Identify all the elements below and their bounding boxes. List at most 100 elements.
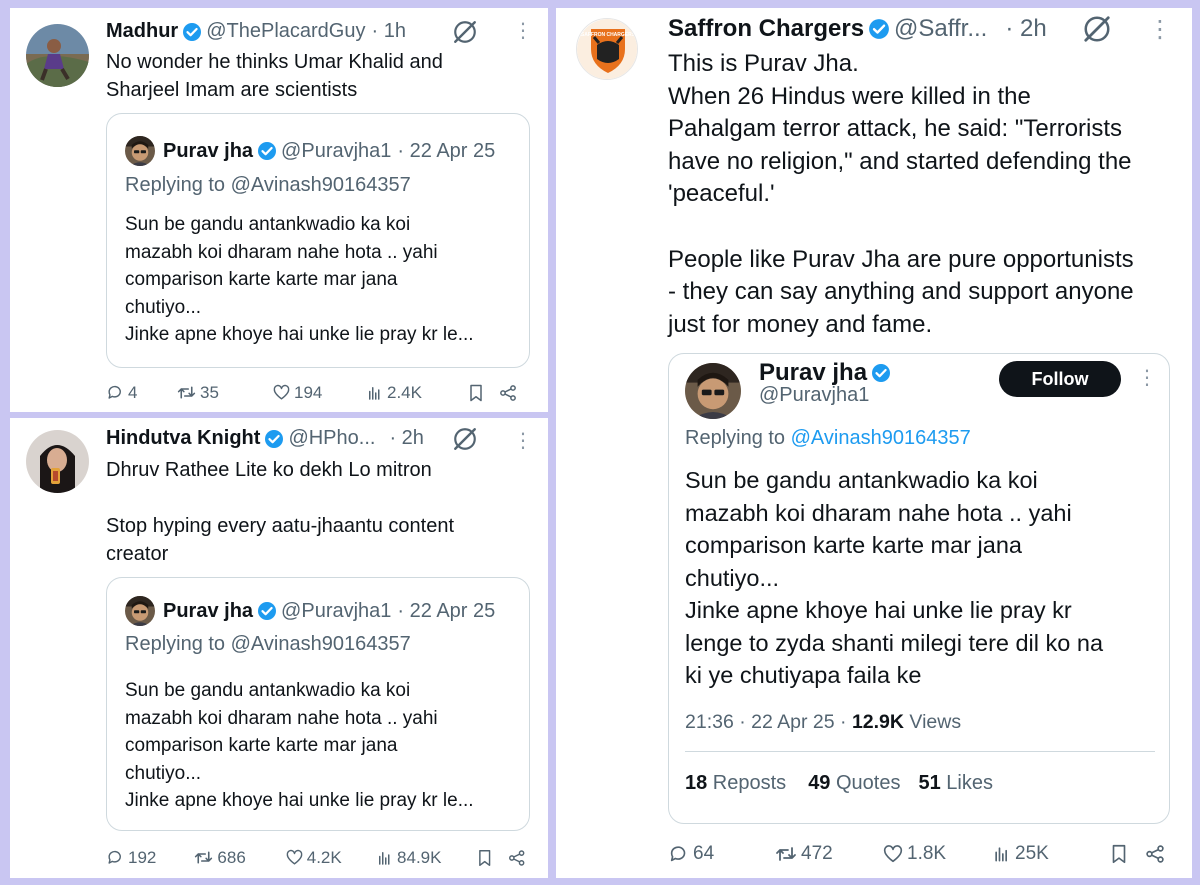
embed-timestamp[interactable]: 21:36 · 22 Apr 25 · 12.9K Views <box>685 711 961 734</box>
repost-count: 686 <box>217 847 246 867</box>
views-button[interactable]: 84.9K <box>376 848 475 868</box>
more-options-icon[interactable]: ⋮ <box>513 431 533 451</box>
quoted-author-name: Purav jha <box>163 599 254 622</box>
grok-icon[interactable] <box>1082 14 1112 44</box>
verified-badge-icon <box>264 428 285 449</box>
reply-count: 4 <box>128 382 138 402</box>
timestamp-text: 21:36 · 22 Apr 25 · <box>685 711 852 733</box>
like-count: 4.2K <box>306 847 342 867</box>
grok-icon[interactable] <box>452 426 478 452</box>
view-count: 84.9K <box>397 847 442 867</box>
tweet-text: No wonder he thinks Umar Khalid and Shar… <box>106 51 443 101</box>
tweet-text: Dhruv Rathee Lite ko dekh Lo mitron Stop… <box>106 459 455 565</box>
repost-button[interactable]: 35 <box>176 382 272 403</box>
verified-badge-icon <box>871 363 892 383</box>
embed-author-name[interactable]: Purav jha <box>759 359 867 387</box>
reply-icon <box>108 850 121 864</box>
avatar-saffron-chargers[interactable]: SAFFRON CHARGERS <box>576 18 638 80</box>
embed-views-label: Views <box>904 711 962 733</box>
share-icon[interactable] <box>507 848 526 868</box>
bookmark-icon[interactable] <box>475 848 494 868</box>
like-button[interactable]: 1.8K <box>882 843 992 865</box>
embed-reposts-label: Reposts <box>707 772 787 794</box>
tweet-time[interactable]: · 2h <box>389 427 423 450</box>
embed-repost-count: 18 <box>685 772 708 794</box>
tweet-text: This is Purav Jha. When 26 Hindus were k… <box>668 50 1134 338</box>
quoted-author-handle: @Puravjha1 <box>281 139 392 162</box>
bookmark-icon[interactable] <box>466 383 486 403</box>
views-button[interactable]: 25K <box>992 843 1108 865</box>
replying-handle-link[interactable]: @Avinash90164357 <box>791 427 971 449</box>
more-options-icon[interactable]: ⋮ <box>513 21 533 41</box>
reply-count: 192 <box>128 847 157 867</box>
author-handle[interactable]: @HPho... <box>288 427 375 450</box>
avatar-purav-jha <box>125 596 155 626</box>
author-name[interactable]: Saffron Chargers <box>668 15 864 43</box>
avatar-purav-jha <box>685 363 741 419</box>
quoted-text: Sun be gandu antankwadio ka koi mazabh k… <box>125 680 474 811</box>
more-options-icon[interactable]: ⋮ <box>1148 18 1172 42</box>
view-count: 25K <box>1015 843 1049 864</box>
repost-button[interactable]: 686 <box>193 847 284 868</box>
reply-button[interactable]: 192 <box>106 848 193 868</box>
divider <box>685 751 1155 752</box>
embed-author-handle[interactable]: @Puravjha1 <box>759 384 869 407</box>
reply-button[interactable]: 4 <box>106 383 176 403</box>
follow-button[interactable]: Follow <box>999 361 1121 397</box>
like-icon <box>286 849 303 865</box>
grok-icon[interactable] <box>452 19 478 45</box>
embed-quotes-stat[interactable]: 49 Quotes <box>808 772 900 795</box>
tweet-card-saffron-chargers[interactable]: SAFFRON CHARGERS Saffron Chargers @Saffr… <box>556 8 1192 878</box>
tweet-card-madhur[interactable]: Madhur @ThePlacardGuy · 1h ⋮ No wonder h… <box>10 8 548 412</box>
like-button[interactable]: 194 <box>272 383 366 403</box>
views-button[interactable]: 2.4K <box>366 383 466 403</box>
replying-to: Replying to @Avinash90164357 <box>125 174 411 196</box>
avatar-hindutva-knight[interactable] <box>26 430 89 493</box>
quoted-author-handle: @Puravjha1 <box>281 599 392 622</box>
like-icon <box>273 384 290 400</box>
avatar-purav-jha <box>125 136 155 166</box>
reply-count: 64 <box>693 843 715 864</box>
quoted-tweet[interactable]: Purav jha @Puravjha1 · 22 Apr 25 Replyin… <box>106 113 530 368</box>
repost-count: 35 <box>200 382 219 402</box>
replying-to: Replying to @Avinash90164357 <box>125 633 411 655</box>
quoted-text: Sun be gandu antankwadio ka koi mazabh k… <box>125 214 474 345</box>
tweet-card-hindutva-knight[interactable]: Hindutva Knight @HPho... · 2h ⋮ Dhruv Ra… <box>10 418 548 878</box>
author-name[interactable]: Madhur <box>106 20 178 43</box>
like-icon <box>883 845 903 863</box>
author-handle[interactable]: @Saffr... <box>894 15 987 43</box>
repost-icon <box>195 851 213 864</box>
replying-to: Replying to @Avinash90164357 <box>685 427 971 450</box>
quoted-tweet[interactable]: Purav jha @Puravjha1 · 22 Apr 25 Replyin… <box>106 577 530 831</box>
reply-icon <box>108 385 121 399</box>
verified-badge-icon <box>257 601 278 621</box>
tweet-time[interactable]: · 1h <box>371 20 405 43</box>
embed-like-count: 51 <box>918 772 941 794</box>
like-count: 1.8K <box>907 843 947 864</box>
embed-more-options-icon[interactable]: ⋮ <box>1137 368 1157 388</box>
embed-stats: 18 Reposts 49 Quotes 51 Likes <box>685 772 993 795</box>
like-button[interactable]: 4.2K <box>285 848 376 868</box>
avatar-madhur[interactable] <box>26 24 89 87</box>
view-count: 2.4K <box>387 382 422 402</box>
share-icon[interactable] <box>1144 843 1166 865</box>
embedded-tweet[interactable]: Purav jha @Puravjha1 Follow ⋮ Replying t… <box>668 353 1170 824</box>
embed-reposts-stat[interactable]: 18 Reposts <box>685 772 786 795</box>
reply-button[interactable]: 64 <box>668 843 774 865</box>
tweet-time[interactable]: · 2h <box>1005 15 1046 43</box>
repost-icon <box>776 847 796 861</box>
author-name[interactable]: Hindutva Knight <box>106 427 260 450</box>
reply-icon <box>670 846 686 862</box>
author-handle[interactable]: @ThePlacardGuy <box>206 20 365 43</box>
views-icon <box>369 386 380 400</box>
replying-prefix: Replying to <box>685 427 791 449</box>
share-icon[interactable] <box>498 383 518 403</box>
avatar-logo-text: SAFFRON CHARGERS <box>581 32 636 38</box>
quoted-date: · 22 Apr 25 <box>397 599 496 622</box>
embed-view-count: 12.9K <box>851 711 904 733</box>
views-icon <box>995 847 1008 862</box>
embed-likes-stat[interactable]: 51 Likes <box>918 772 993 795</box>
like-count: 194 <box>294 382 323 402</box>
bookmark-icon[interactable] <box>1108 843 1130 865</box>
repost-button[interactable]: 472 <box>774 842 882 866</box>
